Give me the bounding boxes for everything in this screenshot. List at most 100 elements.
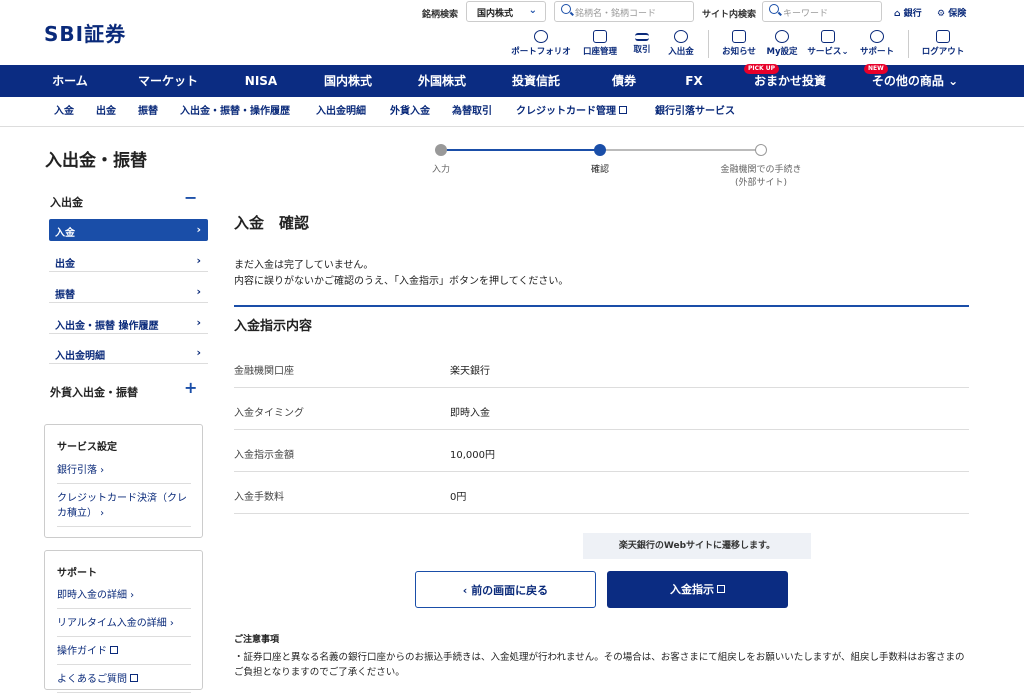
back-button[interactable]: ‹ 前の画面に戻る [415, 571, 596, 608]
detail-row: 入金指示金額 10,000円 [234, 431, 969, 472]
chevron-right-icon: › [196, 254, 201, 267]
bank-icon: ⌂ [894, 9, 901, 19]
main-nav-market[interactable]: マーケット [128, 65, 208, 97]
link-bank-debit[interactable]: 銀行引落 › [57, 463, 191, 484]
search-icon [561, 4, 571, 14]
chevron-right-icon: › [196, 316, 201, 329]
sidebar-item-transfer[interactable]: 振替 › [49, 281, 208, 303]
instruction-message: 内容に誤りがないかご確認のうえ、「入金指示」ボタンを押してください。 [234, 276, 569, 287]
link-instant-deposit[interactable]: 即時入金の詳細 › [57, 588, 191, 609]
detail-row: 入金タイミング 即時入金 [234, 389, 969, 430]
external-link-icon [110, 646, 118, 654]
portfolio-icon [534, 30, 548, 43]
detail-row: 入金手数料 0円 [234, 473, 969, 514]
stock-search-input[interactable]: 銘柄名・銘柄コード [554, 1, 694, 22]
settings-icon [775, 30, 789, 43]
step-external: 金融機関での手続き (外部サイト) [720, 165, 802, 188]
sidebar-item-withdraw[interactable]: 出金 › [49, 250, 208, 272]
sbi-logo[interactable]: SBI証券 [44, 18, 126, 47]
sidebar-item-statement[interactable]: 入出金明細 › [49, 342, 208, 364]
section-divider [234, 305, 969, 307]
site-search-input[interactable]: キーワード [762, 1, 882, 22]
account-icon [593, 30, 607, 43]
step-line [441, 149, 600, 151]
link-credit-card-payment[interactable]: クレジットカード決済（クレカ積立） › [57, 491, 191, 527]
pickup-badge: PICK UP [744, 64, 780, 74]
nav-my-settings[interactable]: My設定 [764, 30, 800, 57]
divider [708, 30, 709, 58]
trade-icon [635, 33, 649, 41]
step-dot [435, 144, 447, 156]
step-confirm: 確認 [590, 165, 609, 175]
detail-row: 金融機関口座 楽天銀行 [234, 347, 969, 388]
link-realtime-deposit[interactable]: リアルタイム入金の詳細 › [57, 616, 191, 637]
collapse-icon[interactable]: − [184, 188, 197, 207]
sidebar-item-history[interactable]: 入出金・振替 操作履歴 › [49, 312, 208, 334]
sidebar-item-deposit[interactable]: 入金 › [49, 219, 208, 241]
link-faq[interactable]: よくあるご質問 [57, 672, 191, 693]
chevron-down-icon: ⌄ [948, 74, 959, 88]
chevron-right-icon: › [196, 346, 201, 359]
nav-support[interactable]: サポート [856, 30, 898, 57]
sidebar-section-deposit[interactable]: 入出金 [50, 194, 83, 210]
nav-logout[interactable]: ログアウト [916, 30, 970, 57]
market-select[interactable]: 国内株式 ⌄ [466, 1, 546, 22]
subnav-bank-debit[interactable]: 銀行引落サービス [655, 97, 735, 127]
notice-icon [732, 30, 746, 43]
chevron-right-icon: › [196, 285, 201, 298]
sub-nav: 入金 出金 振替 入出金・振替・操作履歴 入出金明細 外貨入金 為替取引 クレジ… [0, 97, 1024, 127]
nav-service[interactable]: サービス⌄ [804, 30, 852, 57]
step-dot-active [594, 144, 606, 156]
chevron-right-icon: › [196, 223, 201, 236]
subnav-statement[interactable]: 入出金明細 [316, 97, 366, 127]
subnav-history[interactable]: 入出金・振替・操作履歴 [180, 97, 290, 127]
logout-icon [936, 30, 950, 43]
main-nav-other[interactable]: NEW その他の商品 ⌄ [862, 64, 968, 97]
expand-icon[interactable]: + [184, 378, 197, 397]
subnav-deposit[interactable]: 入金 [54, 97, 74, 127]
external-link-icon [717, 585, 725, 593]
step-dot [755, 144, 767, 156]
subnav-credit-card[interactable]: クレジットカード管理 [516, 97, 627, 127]
main-nav-fund[interactable]: 投資信託 [500, 65, 572, 97]
main-nav-bond[interactable]: 債券 [600, 65, 648, 97]
search-icon [769, 4, 779, 14]
caution-text: ・証券口座と異なる名義の銀行口座からのお振込手続きは、入金処理が行われません。そ… [234, 652, 965, 678]
link-operation-guide[interactable]: 操作ガイド [57, 644, 191, 665]
header: SBI証券 銘柄検索 国内株式 ⌄ 銘柄名・銘柄コード サイト内検索 キーワード … [0, 0, 1024, 64]
main-nav: ホーム マーケット NISA 国内株式 外国株式 投資信託 債券 FX PICK… [0, 64, 1024, 97]
service-settings-title: サービス設定 [57, 442, 117, 453]
main-nav-robo[interactable]: PICK UP おまかせ投資 [740, 64, 840, 97]
nav-account[interactable]: 口座管理 [578, 30, 622, 57]
main-nav-home[interactable]: ホーム [40, 65, 100, 97]
support-title: サポート [57, 568, 97, 579]
service-icon [821, 30, 835, 43]
support-icon [870, 30, 884, 43]
page-title: 入金 確認 [234, 214, 310, 232]
subnav-withdraw[interactable]: 出金 [96, 97, 116, 127]
sidebar-section-fx[interactable]: 外貨入出金・振替 [50, 384, 138, 400]
sidebar-title: 入出金・振替 [45, 151, 147, 171]
main-nav-nisa[interactable]: NISA [236, 65, 286, 97]
subnav-exchange[interactable]: 為替取引 [452, 97, 492, 127]
insurance-link[interactable]: ⚙ 保険 [937, 6, 966, 19]
stock-search-label: 銘柄検索 [422, 10, 459, 20]
nav-deposit[interactable]: 入出金 [664, 30, 698, 57]
support-box: サポート 即時入金の詳細 › リアルタイム入金の詳細 › 操作ガイド よくあるご… [44, 550, 203, 693]
nav-portfolio[interactable]: ポートフォリオ [508, 30, 574, 57]
subnav-fx-deposit[interactable]: 外貨入金 [390, 97, 430, 127]
main-nav-domestic-stock[interactable]: 国内株式 [312, 65, 384, 97]
external-link-icon [619, 106, 627, 114]
main-nav-foreign-stock[interactable]: 外国株式 [406, 65, 478, 97]
submit-deposit-button[interactable]: 入金指示 [607, 571, 788, 608]
deposit-icon [674, 30, 688, 43]
main-nav-fx[interactable]: FX [676, 65, 712, 97]
nav-notice[interactable]: お知らせ [718, 30, 760, 57]
step-line [600, 149, 761, 151]
bank-link[interactable]: ⌂ 銀行 [894, 6, 922, 19]
caution-title: ご注意事項 [234, 635, 280, 645]
section-title: 入金指示内容 [234, 319, 313, 334]
nav-trade[interactable]: 取引 [628, 30, 656, 55]
subnav-transfer[interactable]: 振替 [138, 97, 158, 127]
chevron-down-icon: ⌄ [528, 5, 537, 16]
